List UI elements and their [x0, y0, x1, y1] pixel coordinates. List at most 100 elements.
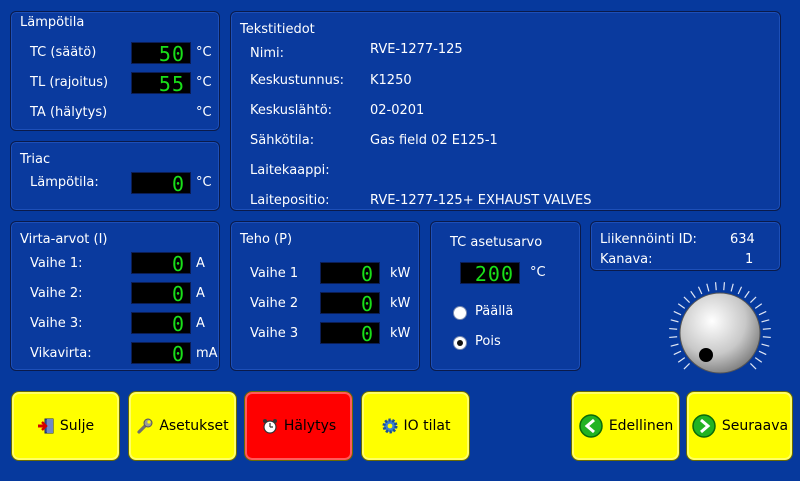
tc-unit: °C [196, 45, 212, 60]
setpoint-unit: °C [530, 265, 546, 280]
current-phase2-unit: A [196, 286, 205, 301]
tl-unit: °C [196, 75, 212, 90]
knob-tick [706, 283, 710, 292]
temperature-title: Lämpötila [20, 15, 85, 30]
triac-panel: Triac Lämpötila: 0 °C [10, 141, 220, 211]
knob-tick [683, 362, 691, 370]
temperature-panel: Lämpötila TC (säätö) 50 °C TL (rajoitus)… [10, 11, 220, 131]
knob-tick [749, 296, 757, 304]
alarm-clock-icon [261, 417, 279, 435]
rotary-knob[interactable] [668, 281, 772, 385]
knob-tick [749, 362, 757, 370]
text-info-panel: Tekstitiedot Nimi: RVE-1277-125 Keskustu… [230, 11, 781, 211]
off-radio[interactable] [453, 336, 467, 350]
knob-tick [669, 327, 678, 330]
power-phase1-unit: kW [390, 266, 411, 281]
electric-room-value: Gas field 02 E125-1 [370, 133, 498, 148]
position-value: RVE-1277-125+ EXHAUST VALVES [370, 193, 592, 208]
off-radio-label[interactable]: Pois [475, 334, 501, 349]
name-label: Nimi: [250, 46, 284, 61]
tl-display: 55 [131, 72, 191, 95]
power-phase2-label: Vaihe 2 [250, 296, 299, 311]
prev-button-label: Edellinen [608, 418, 674, 434]
comm-id-label: Liikennöinti ID: [600, 232, 697, 247]
knob-tick [673, 350, 682, 356]
current-phase2-display: 0 [131, 282, 191, 305]
fault-current-label: Vikavirta: [30, 346, 92, 361]
current-panel: Virta-arvot (I) Vaihe 1: 0 A Vaihe 2: 0 … [10, 221, 220, 371]
exit-door-icon [37, 417, 55, 435]
channel-value: 1 [745, 252, 754, 267]
prev-button[interactable]: Edellinen [571, 391, 680, 461]
current-phase1-unit: A [196, 256, 205, 271]
channel-label: Kanava: [600, 252, 653, 267]
knob-tick [737, 286, 743, 295]
knob-tick [669, 336, 678, 339]
rotary-knob-icon [669, 282, 771, 374]
io-button-label: IO tilat [403, 418, 451, 434]
knob-tick [677, 357, 686, 363]
on-radio[interactable] [453, 306, 467, 320]
gear-icon [381, 417, 399, 435]
ta-unit: °C [196, 105, 212, 120]
current-phase2-label: Vaihe 2: [30, 286, 83, 301]
alarm-button-label: Hälytys [283, 418, 337, 434]
settings-button-label: Asetukset [159, 418, 229, 434]
power-phase3-label: Vaihe 3 [250, 326, 299, 341]
power-phase1-display: 0 [320, 262, 380, 285]
center-id-value: K1250 [370, 73, 412, 88]
arrow-left-circle-icon [578, 413, 604, 439]
current-phase1-display: 0 [131, 252, 191, 275]
triac-temp-display: 0 [131, 172, 191, 195]
close-button-label: Sulje [59, 418, 95, 434]
center-output-value: 02-0201 [370, 103, 425, 118]
setpoint-panel: TC asetusarvo 200 °C Päällä Pois [430, 221, 581, 371]
power-phase2-display: 0 [320, 292, 380, 315]
power-panel: Teho (P) Vaihe 1 0 kW Vaihe 2 0 kW Vaihe… [230, 221, 420, 371]
knob-tick [744, 290, 750, 299]
on-radio-label[interactable]: Päällä [475, 304, 513, 319]
ta-label: TA (hälytys) [30, 105, 108, 120]
cabinet-label: Laitekaappi: [250, 163, 330, 178]
knob-tick [762, 336, 771, 339]
fault-current-unit: mA [196, 346, 218, 361]
position-label: Laitepositio: [250, 193, 330, 208]
knob-tick [677, 303, 686, 309]
next-button[interactable]: Seuraava [686, 391, 793, 461]
arrow-right-circle-icon [691, 413, 717, 439]
knob-tick [758, 350, 767, 356]
knob-tick [754, 303, 763, 309]
text-info-title: Tekstitiedot [240, 22, 315, 37]
tc-display: 50 [131, 42, 191, 65]
electric-room-label: Sähkötila: [250, 133, 315, 148]
knob-tick [723, 282, 726, 291]
setpoint-display[interactable]: 200 [460, 262, 520, 285]
knob-tick [754, 357, 763, 363]
knob-tick [683, 296, 691, 304]
center-output-label: Keskuslähtö: [250, 103, 333, 118]
fault-current-display: 0 [131, 342, 191, 365]
knob-tick [697, 286, 703, 295]
next-button-label: Seuraava [721, 418, 789, 434]
knob-tick [762, 327, 771, 330]
setpoint-title: TC asetusarvo [450, 235, 543, 250]
power-phase3-unit: kW [390, 326, 411, 341]
knob-tick [670, 343, 679, 347]
settings-button[interactable]: Asetukset [128, 391, 237, 461]
tl-label: TL (rajoitus) [30, 75, 109, 90]
knob-tick [673, 310, 682, 316]
triac-title: Triac [20, 152, 51, 167]
triac-temp-unit: °C [196, 175, 212, 190]
close-button[interactable]: Sulje [11, 391, 120, 461]
io-button[interactable]: IO tilat [361, 391, 470, 461]
triac-temp-label: Lämpötila: [30, 175, 99, 190]
current-phase1-label: Vaihe 1: [30, 256, 83, 271]
power-phase2-unit: kW [390, 296, 411, 311]
current-phase3-unit: A [196, 316, 205, 331]
knob-tick [714, 282, 717, 291]
comm-panel: Liikennöinti ID: 634 Kanava: 1 [590, 221, 781, 271]
wrench-icon [136, 417, 154, 435]
tc-label: TC (säätö) [30, 45, 97, 60]
knob-tick [758, 310, 767, 316]
alarm-button[interactable]: Hälytys [244, 391, 353, 461]
